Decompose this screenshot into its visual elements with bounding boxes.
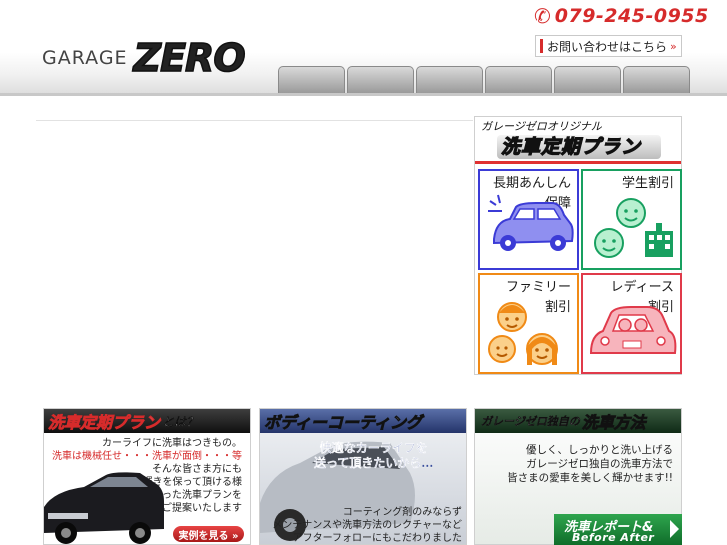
plan-banner-line1: カーライフに洗車はつきもの。 (102, 438, 242, 449)
coating-catch-line2: 送って頂きたいから… (314, 456, 434, 470)
students-icon (594, 198, 673, 258)
coating-line1: コーティング剤のみならず (342, 507, 462, 518)
nav-tab-4[interactable] (485, 66, 552, 93)
phone-number-block: ✆ 079-245-0955 (534, 4, 709, 28)
nav-tab-1[interactable] (278, 66, 345, 93)
family-icon (488, 302, 558, 365)
content-divider (36, 120, 473, 121)
view-examples-button[interactable]: 実例を見る » (173, 526, 244, 542)
plan-panel-header: ガレージゼロオリジナル 洗車定期プラン (475, 117, 681, 164)
phone-icon: ✆ (534, 4, 551, 28)
nav-tab-5[interactable] (554, 66, 621, 93)
plan-panel: ガレージゼロオリジナル 洗車定期プラン 長期あんしん 保障 学生割引 ファミリー… (474, 116, 682, 375)
black-sedan-photo (44, 472, 164, 544)
phone-number: 079-245-0955 (554, 5, 709, 27)
method-banner-header: ガレージゼロ独自の 洗車方法 (475, 409, 681, 433)
contact-button[interactable]: お問い合わせはこちら » (535, 35, 682, 57)
coating-catch: 快適なカーライフを 送って頂きたいから… (314, 441, 434, 471)
plan-banner-line2: 洗車は機械任せ・・・洗車が面倒・・・等 (52, 451, 242, 462)
method-line2: ガレージゼロ独自の洗車方法で (526, 458, 673, 470)
nav-tab-2[interactable] (347, 66, 414, 93)
ladies-car-icon (589, 306, 677, 354)
header-divider (0, 93, 727, 96)
chevron-right-icon: » (670, 39, 677, 53)
method-banner-title: 洗車方法 (581, 413, 646, 433)
tile-ladies-discount[interactable]: レディース 割引 (581, 273, 682, 374)
logo-zero-text: ZERO (133, 35, 247, 81)
arrow-right-icon (670, 520, 679, 538)
plan-banner-header: 洗車定期プラン とは？ (44, 409, 250, 433)
before-after-label: Before After (572, 531, 655, 544)
plan-banner-title: 洗車定期プラン (48, 413, 161, 433)
tile-family-discount[interactable]: ファミリー 割引 (478, 273, 579, 374)
coating-catch-line1: 快適なカーライフを (319, 441, 428, 455)
nav-tab-3[interactable] (416, 66, 483, 93)
plan-banner[interactable]: 洗車定期プラン とは？ カーライフに洗車はつきもの。 洗車は機械任せ・・・洗車が… (43, 408, 251, 545)
contact-accent-bar (540, 39, 543, 53)
site-logo[interactable]: GARAGE ZERO (42, 33, 247, 83)
car-icon (488, 194, 574, 251)
wash-report-button[interactable]: 洗車レポート& Before After (554, 514, 682, 545)
coating-line3: アフターフォローにもこだわりました (292, 533, 462, 544)
coating-banner[interactable]: ボディーコーティング 快適なカーライフを 送って頂きたいから… コーティング剤の… (259, 408, 467, 545)
main-nav (278, 66, 690, 93)
nav-tab-6[interactable] (623, 66, 690, 93)
page: GARAGE ZERO ✆ 079-245-0955 お問い合わせはこちら » … (0, 0, 727, 545)
method-line1: 優しく、しっかりと洗い上げる (526, 444, 673, 456)
method-banner-text: 優しく、しっかりと洗い上げる ガレージゼロ独自の洗車方法で 皆さまの愛車を美しく… (507, 443, 673, 485)
logo-garage-text: GARAGE (42, 47, 128, 69)
plan-panel-title: 洗車定期プラン (500, 135, 642, 158)
plan-banner-suffix: とは？ (162, 414, 199, 429)
tile-long-term-warranty[interactable]: 長期あんしん 保障 (478, 169, 579, 270)
method-line3: 皆さまの愛車を美しく輝かせます!! (507, 472, 673, 484)
method-banner-small: ガレージゼロ独自の (481, 415, 580, 428)
coating-banner-text: コーティング剤のみならず メンテナンスや洗車方法のレクチャーなど アフターフォロ… (272, 506, 462, 544)
tile-student-discount[interactable]: 学生割引 (581, 169, 682, 270)
contact-label: お問い合わせはこちら (547, 39, 668, 54)
coating-banner-title: ボディーコーティング (264, 413, 423, 433)
coating-banner-header: ボディーコーティング (260, 409, 466, 433)
coating-line2: メンテナンスや洗車方法のレクチャーなど (272, 520, 462, 531)
